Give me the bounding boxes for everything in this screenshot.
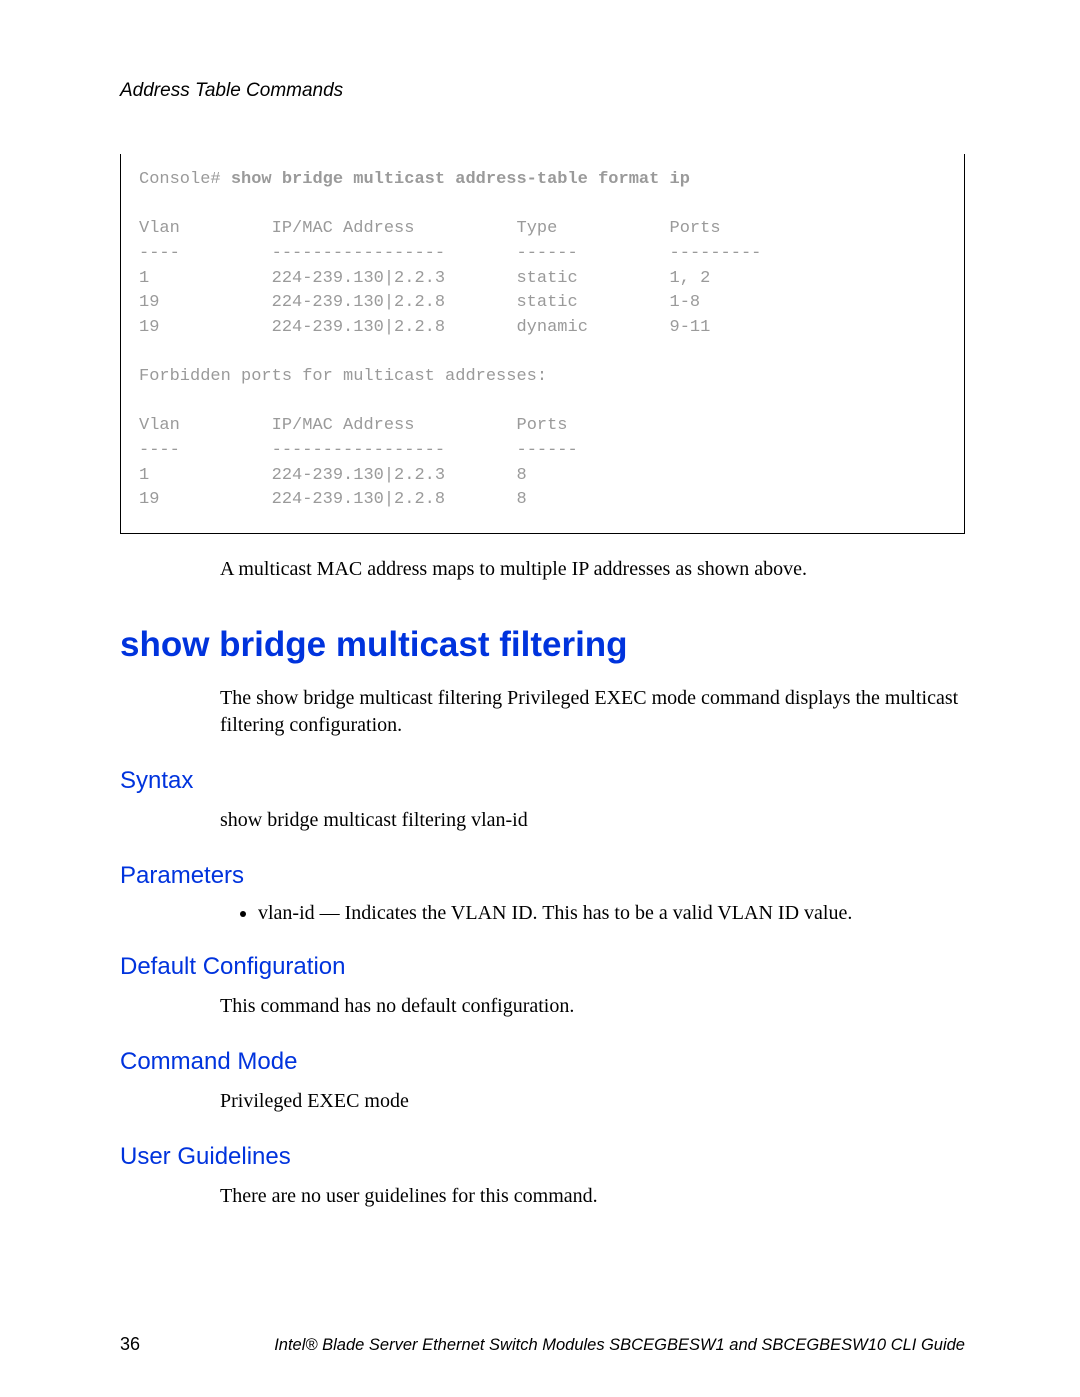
page-number: 36 <box>120 1334 140 1355</box>
t1-r2c0: 19 <box>139 318 159 337</box>
footer-guide-title: Intel® Blade Server Ethernet Switch Modu… <box>140 1336 965 1355</box>
command-mode-heading: Command Mode <box>120 1048 965 1076</box>
section-intro: The show bridge multicast filtering Priv… <box>220 685 965 739</box>
page-footer: 36 Intel® Blade Server Ethernet Switch M… <box>120 1334 965 1355</box>
t2-h-ports: Ports <box>517 416 568 435</box>
parameters-heading: Parameters <box>120 862 965 890</box>
t1-h-ports: Ports <box>670 219 721 238</box>
command-mode-body: Privileged EXEC mode <box>220 1088 965 1115</box>
t2-r1c1: 224-239.130|2.2.8 <box>272 490 445 509</box>
default-config-body: This command has no default configuratio… <box>220 993 965 1020</box>
t1-r2c2: dynamic <box>516 318 587 337</box>
t2-r0c2: 8 <box>516 466 526 485</box>
t2-s1: ----------------- <box>272 441 445 460</box>
t2-h-ip: IP/MAC Address <box>272 416 415 435</box>
t2-r0c0: 1 <box>139 466 149 485</box>
console-prompt: Console# <box>139 170 231 189</box>
note-below-box: A multicast MAC address maps to multiple… <box>220 556 965 583</box>
t1-r0c1: 224-239.130|2.2.3 <box>272 269 445 288</box>
default-config-heading: Default Configuration <box>120 953 965 981</box>
forbidden-label: Forbidden ports for multicast addresses: <box>139 367 547 386</box>
console-command: show bridge multicast address-table form… <box>231 170 690 189</box>
t1-r1c0: 19 <box>139 293 159 312</box>
running-header: Address Table Commands <box>120 80 965 102</box>
t1-h-vlan: Vlan <box>139 219 180 238</box>
t1-r2c3: 9-11 <box>670 318 711 337</box>
t2-r1c0: 19 <box>139 490 159 509</box>
syntax-heading: Syntax <box>120 767 965 795</box>
t1-r1c1: 224-239.130|2.2.8 <box>272 293 445 312</box>
user-guidelines-heading: User Guidelines <box>120 1143 965 1171</box>
t2-s0: ---- <box>139 441 180 460</box>
t1-s2: ------ <box>517 244 578 263</box>
page: Address Table Commands Console# show bri… <box>0 0 1080 1397</box>
parameter-item: vlan-id — Indicates the VLAN ID. This ha… <box>258 902 965 925</box>
t1-s0: ---- <box>139 244 180 263</box>
t1-s1: ----------------- <box>272 244 445 263</box>
parameters-list: vlan-id — Indicates the VLAN ID. This ha… <box>238 902 965 925</box>
t1-r0c0: 1 <box>139 269 149 288</box>
t1-s3: --------- <box>670 244 762 263</box>
user-guidelines-body: There are no user guidelines for this co… <box>220 1183 965 1210</box>
t1-r2c1: 224-239.130|2.2.8 <box>272 318 445 337</box>
console-output-box: Console# show bridge multicast address-t… <box>120 154 965 534</box>
section-title: show bridge multicast filtering <box>120 625 965 665</box>
t2-s2: ------ <box>517 441 578 460</box>
t1-r1c3: 1-8 <box>670 293 701 312</box>
t1-r1c2: static <box>516 293 577 312</box>
t2-r1c2: 8 <box>516 490 526 509</box>
t2-h-vlan: Vlan <box>139 416 180 435</box>
t1-r0c2: static <box>516 269 577 288</box>
syntax-body: show bridge multicast filtering vlan-id <box>220 807 965 834</box>
t1-h-type: Type <box>517 219 558 238</box>
t1-r0c3: 1, 2 <box>670 269 711 288</box>
t2-r0c1: 224-239.130|2.2.3 <box>272 466 445 485</box>
t1-h-ip: IP/MAC Address <box>272 219 415 238</box>
